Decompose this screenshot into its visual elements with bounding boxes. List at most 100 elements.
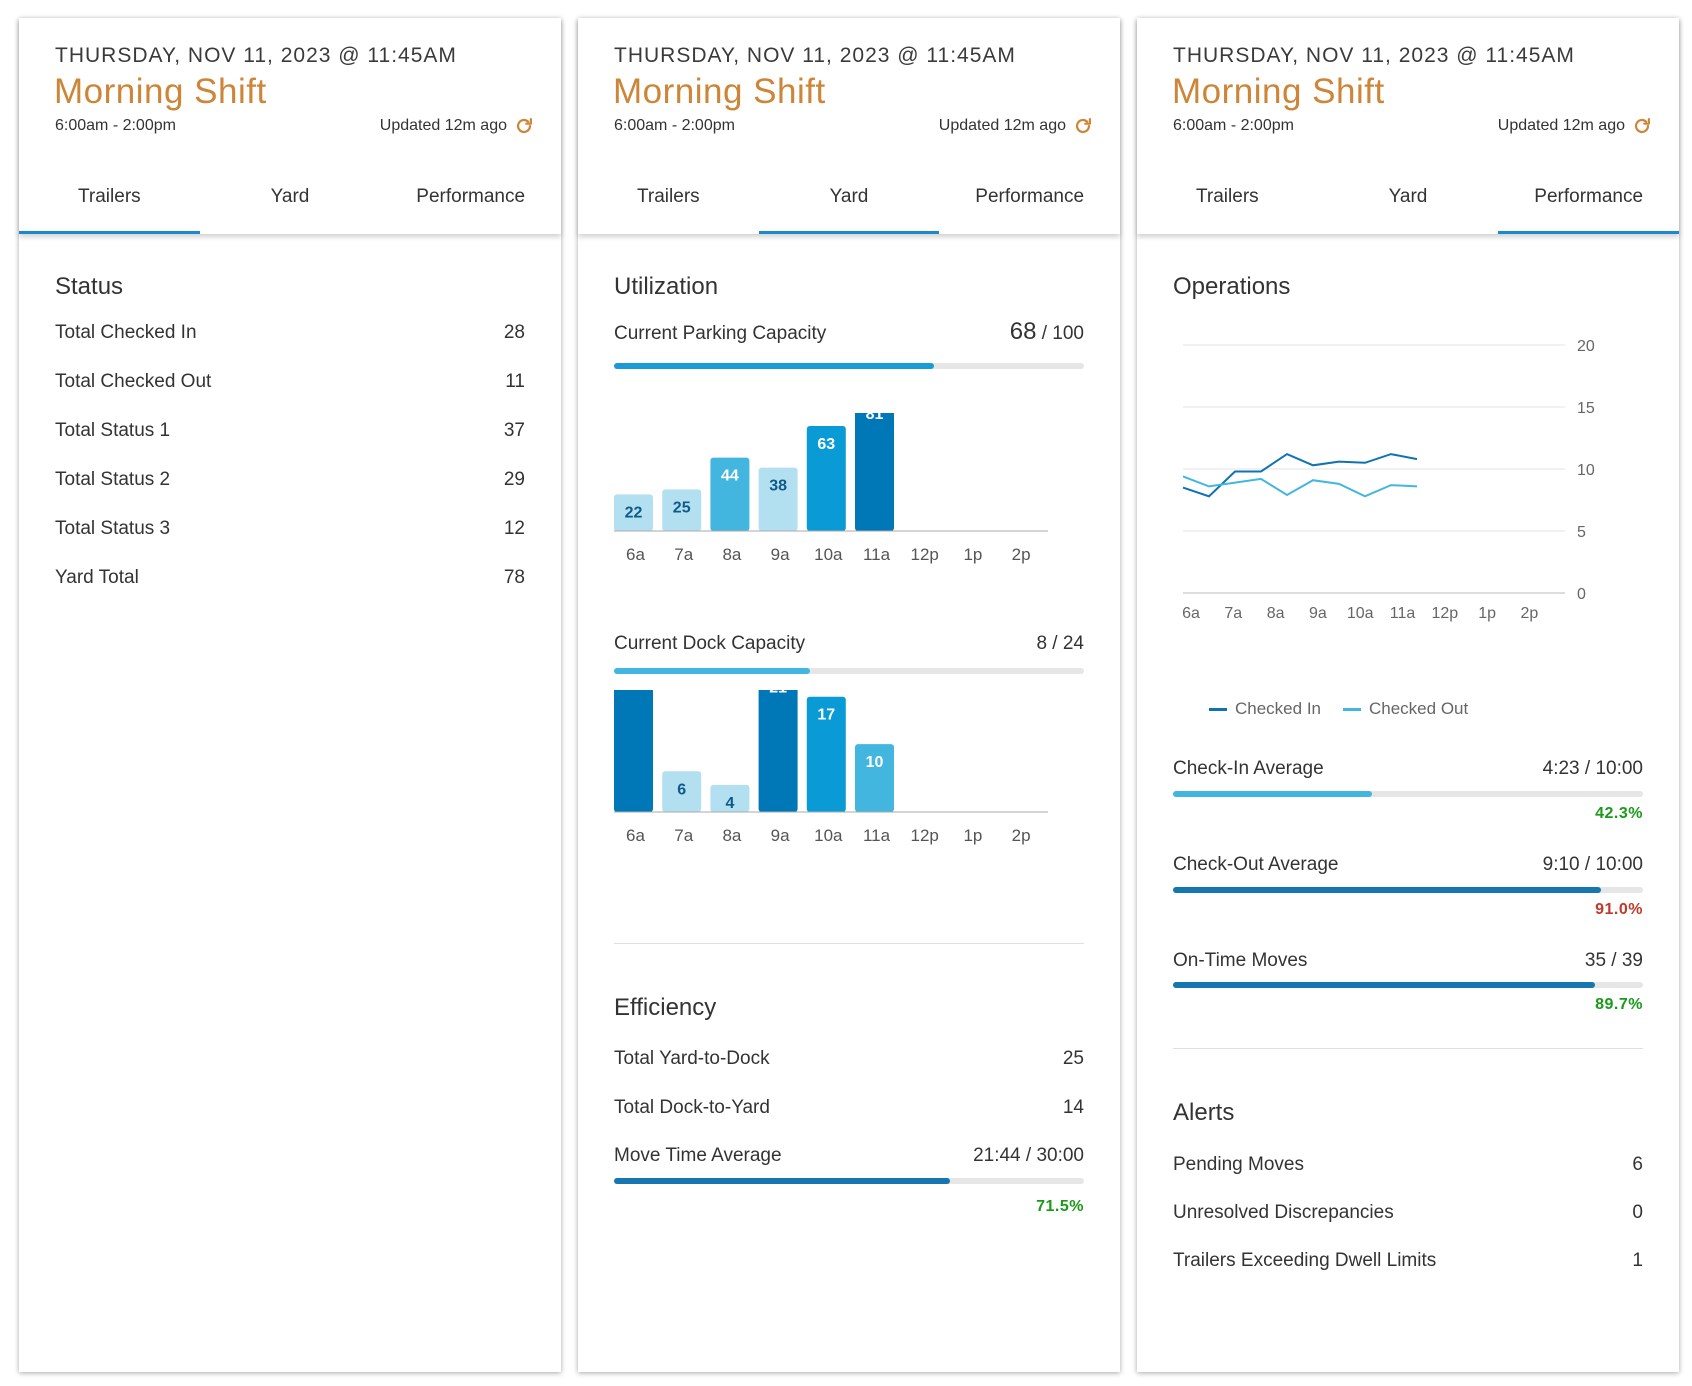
bar-value-label: 38 — [769, 478, 787, 495]
tab-performance[interactable]: Performance — [939, 162, 1120, 234]
move-time-bar — [614, 1178, 1084, 1184]
x-tick-label: 2p — [1012, 826, 1031, 845]
y-tick-label: 0 — [1577, 586, 1586, 603]
efficiency-value: 25 — [1062, 1048, 1084, 1069]
tab-performance[interactable]: Performance — [1498, 162, 1679, 234]
utilization-title: Utilization — [614, 273, 719, 300]
x-tick-label: 10a — [814, 545, 843, 564]
metric-fill — [1173, 982, 1595, 988]
metric-bar — [1173, 887, 1643, 893]
status-title: Status — [55, 273, 124, 300]
x-tick-label: 8a — [722, 545, 741, 564]
tab-bar: Trailers Yard Performance — [19, 162, 561, 234]
refresh-icon[interactable] — [513, 115, 535, 137]
alert-row: Trailers Exceeding Dwell Limits 1 — [1173, 1250, 1643, 1272]
updated-text: Updated 12m ago — [938, 117, 1066, 134]
shift-hours: 6:00am - 2:00pm — [1173, 117, 1294, 134]
status-value: 37 — [503, 420, 525, 441]
chart-legend: Checked In Checked Out — [1209, 699, 1468, 719]
tab-bar: Trailers Yard Performance — [1137, 162, 1679, 234]
trailers-panel: THURSDAY, NOV 11, 2023 @ 11:45AM Morning… — [19, 18, 561, 1372]
dock-capacity-value: 8 / 24 — [1036, 633, 1084, 654]
efficiency-label: Total Dock-to-Yard — [614, 1097, 770, 1118]
bar-value-label: 6 — [677, 781, 686, 798]
legend-label: Checked In — [1235, 699, 1321, 718]
operations-title: Operations — [1173, 273, 1291, 300]
tab-yard[interactable]: Yard — [1318, 162, 1499, 234]
updated-text: Updated 12m ago — [379, 117, 507, 134]
updated-text: Updated 12m ago — [1497, 117, 1625, 134]
dock-capacity-bar — [614, 668, 1084, 674]
move-time-value: 21:44 / 30:00 — [973, 1145, 1084, 1166]
metric-fill — [1173, 887, 1601, 893]
move-time-label: Move Time Average — [614, 1145, 782, 1166]
parking-capacity-bar — [614, 363, 1084, 369]
legend-label: Checked Out — [1369, 699, 1469, 718]
x-tick-label: 8a — [1267, 605, 1285, 622]
metric-bar — [1173, 982, 1643, 988]
x-tick-label: 6a — [626, 826, 645, 845]
x-tick-label: 1p — [963, 826, 982, 845]
parking-current: 68 — [1009, 318, 1037, 345]
metric-label: On-Time Moves — [1173, 950, 1308, 971]
status-row: Total Status 3 12 — [55, 518, 525, 540]
metric-percent: 89.7% — [1595, 996, 1643, 1013]
alert-label: Pending Moves — [1173, 1154, 1304, 1175]
shift-date: THURSDAY, NOV 11, 2023 @ 11:45AM — [614, 44, 1016, 67]
alert-value: 1 — [1632, 1250, 1643, 1271]
status-row: Total Checked Out 11 — [55, 371, 525, 393]
status-value: 29 — [503, 469, 525, 490]
metric-value: 35 / 39 — [1584, 950, 1643, 971]
x-tick-label: 9a — [771, 826, 790, 845]
refresh-icon[interactable] — [1072, 115, 1094, 137]
refresh-icon[interactable] — [1631, 115, 1653, 137]
panel-header: THURSDAY, NOV 11, 2023 @ 11:45AM Morning… — [1137, 18, 1679, 234]
x-tick-label: 11a — [863, 826, 891, 845]
status-label: Total Checked In — [55, 322, 197, 343]
parking-total: / 100 — [1041, 323, 1084, 344]
efficiency-label: Total Yard-to-Dock — [614, 1048, 770, 1069]
alert-value: 0 — [1632, 1202, 1643, 1223]
tab-performance[interactable]: Performance — [380, 162, 561, 234]
tab-yard[interactable]: Yard — [200, 162, 381, 234]
x-tick-label: 8a — [722, 826, 741, 845]
bar — [855, 413, 894, 531]
bar-value-label: 22 — [625, 504, 643, 521]
tab-trailers[interactable]: Trailers — [1137, 162, 1318, 234]
y-tick-label: 15 — [1577, 400, 1595, 417]
status-label: Total Status 1 — [55, 420, 171, 441]
x-tick-label: 10a — [814, 826, 843, 845]
status-label: Total Status 3 — [55, 518, 171, 539]
tab-trailers[interactable]: Trailers — [19, 162, 200, 234]
shift-hours: 6:00am - 2:00pm — [55, 117, 176, 134]
status-row: Yard Total 78 — [55, 567, 525, 589]
alert-label: Unresolved Discrepancies — [1173, 1202, 1394, 1223]
alert-label: Trailers Exceeding Dwell Limits — [1173, 1250, 1437, 1271]
dock-bar-chart: 236a67a48a219a1710a1011a12p1p2p — [614, 690, 1048, 845]
tab-trailers[interactable]: Trailers — [578, 162, 759, 234]
y-tick-label: 10 — [1577, 462, 1595, 479]
yard-panel: THURSDAY, NOV 11, 2023 @ 11:45AM Morning… — [578, 18, 1120, 1372]
x-tick-label: 1p — [1478, 605, 1496, 622]
metric-row: Check-In Average 4:23 / 10:00 — [1173, 758, 1643, 780]
x-tick-label: 6a — [626, 545, 645, 564]
status-value: 11 — [505, 371, 525, 392]
status-label: Total Status 2 — [55, 469, 171, 490]
tab-yard[interactable]: Yard — [758, 162, 940, 234]
shift-date: THURSDAY, NOV 11, 2023 @ 11:45AM — [55, 44, 457, 67]
shift-hours: 6:00am - 2:00pm — [614, 117, 735, 134]
status-row: Total Status 2 29 — [55, 469, 525, 491]
efficiency-row: Total Dock-to-Yard 14 — [614, 1097, 1084, 1119]
bar-value-label: 17 — [817, 707, 835, 724]
x-tick-label: 2p — [1012, 545, 1031, 564]
efficiency-value: 14 — [1062, 1097, 1084, 1118]
bar — [758, 690, 798, 812]
metric-fill — [1173, 791, 1372, 797]
bar-value-label: 10 — [866, 754, 884, 771]
parking-capacity-fill — [614, 363, 934, 369]
status-label: Yard Total — [55, 567, 139, 588]
metric-bar — [1173, 791, 1643, 797]
alert-row: Unresolved Discrepancies 0 — [1173, 1202, 1643, 1224]
shift-date: THURSDAY, NOV 11, 2023 @ 11:45AM — [1173, 44, 1575, 67]
y-tick-label: 20 — [1577, 338, 1595, 355]
